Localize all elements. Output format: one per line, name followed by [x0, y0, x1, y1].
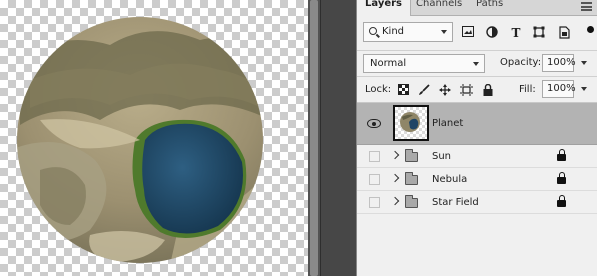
lock-all-icon[interactable] — [482, 83, 494, 96]
opacity-field[interactable]: 100% — [542, 54, 576, 72]
filter-kind-label: Kind — [382, 26, 405, 37]
tab-paths[interactable]: Paths — [468, 0, 511, 16]
shape-filter-icon[interactable] — [532, 26, 546, 40]
canvas-vertical-scrollbar[interactable] — [308, 0, 320, 276]
lock-icon[interactable] — [557, 195, 566, 207]
folder-icon — [405, 172, 418, 185]
visibility-toggle[interactable] — [369, 197, 380, 208]
chevron-right-icon[interactable] — [390, 196, 400, 206]
panel-tab-bar: Layers Channels Paths — [357, 0, 597, 16]
layer-name: Star Field — [432, 197, 479, 208]
fill-dropdown-icon[interactable] — [581, 87, 587, 91]
lock-pixels-icon[interactable] — [418, 84, 430, 96]
lock-position-icon[interactable] — [439, 84, 451, 96]
search-icon — [369, 27, 377, 35]
filter-toggle-icon[interactable] — [587, 26, 594, 33]
planet-image — [17, 17, 263, 263]
fill-label: Fill: — [519, 84, 536, 95]
fill-field[interactable]: 100% — [542, 80, 576, 98]
layer-row-star-field[interactable]: Star Field — [357, 191, 597, 214]
lock-icon[interactable] — [557, 172, 566, 184]
blend-row: Normal Opacity: 100% — [357, 50, 597, 74]
filter-kind-select[interactable]: Kind — [363, 22, 453, 42]
visibility-toggle[interactable] — [369, 151, 380, 162]
panel-menu-icon[interactable] — [581, 2, 592, 11]
lock-label: Lock: — [365, 84, 392, 95]
chevron-down-icon — [441, 30, 447, 34]
layer-name: Sun — [432, 151, 452, 162]
chevron-right-icon[interactable] — [390, 173, 400, 183]
layer-row-planet[interactable]: Planet — [357, 103, 597, 145]
image-filter-icon[interactable] — [461, 26, 475, 40]
layer-row-sun[interactable]: Sun — [357, 145, 597, 168]
eye-icon[interactable] — [367, 119, 381, 128]
lock-icon[interactable] — [557, 149, 566, 161]
layers-panel: Layers Channels Paths Kind T Normal Opac… — [356, 0, 597, 276]
lock-transparent-icon[interactable] — [397, 84, 409, 96]
tab-channels[interactable]: Channels — [408, 0, 470, 16]
layer-row-nebula[interactable]: Nebula — [357, 168, 597, 191]
folder-icon — [405, 149, 418, 162]
chevron-down-icon — [473, 62, 479, 66]
visibility-toggle[interactable] — [369, 174, 380, 185]
type-filter-icon[interactable]: T — [509, 26, 523, 40]
lock-row: Lock: Fill: 100% — [357, 76, 597, 100]
smart-object-filter-icon[interactable] — [557, 26, 571, 40]
opacity-label: Opacity: — [500, 57, 542, 68]
folder-icon — [405, 195, 418, 208]
scrollbar-thumb[interactable] — [310, 0, 318, 276]
layer-filter-row: Kind T — [357, 20, 597, 48]
chevron-right-icon[interactable] — [390, 150, 400, 160]
blend-mode-value: Normal — [370, 58, 407, 69]
document-canvas[interactable] — [0, 0, 308, 276]
layer-thumbnail — [393, 105, 429, 141]
opacity-dropdown-icon[interactable] — [581, 61, 587, 65]
adjustment-filter-icon[interactable] — [485, 26, 499, 40]
layers-list: Planet Sun Nebula Star Field — [357, 102, 597, 276]
layer-name: Planet — [432, 118, 464, 129]
blend-mode-select[interactable]: Normal — [363, 54, 485, 73]
tab-layers[interactable]: Layers — [357, 0, 411, 16]
lock-artboard-icon[interactable] — [460, 84, 473, 96]
panel-dock-gutter — [320, 0, 356, 276]
layer-name: Nebula — [432, 174, 468, 185]
